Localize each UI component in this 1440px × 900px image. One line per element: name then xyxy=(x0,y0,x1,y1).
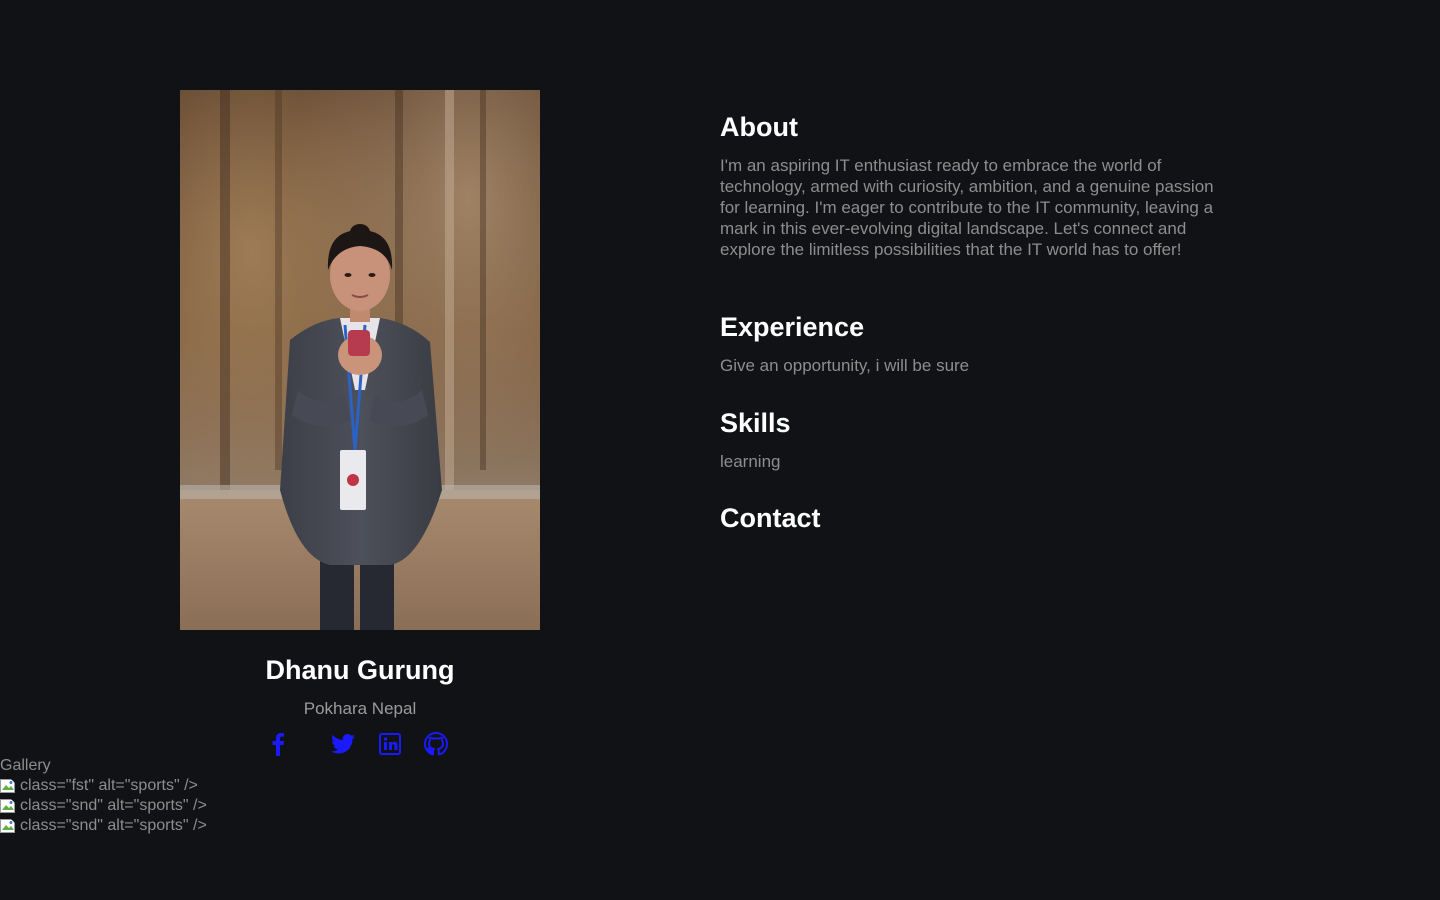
broken-image-icon xyxy=(0,778,16,794)
profile-photo xyxy=(180,90,540,630)
broken-image-icon xyxy=(0,818,16,834)
contact-heading: Contact xyxy=(720,503,821,533)
github-icon[interactable] xyxy=(423,731,449,757)
skills-heading: Skills xyxy=(720,408,791,438)
twitter-icon[interactable] xyxy=(330,731,356,757)
broken-image-icon xyxy=(0,798,16,814)
profile-location: Pokhara Nepal xyxy=(303,699,417,718)
gallery-item: class="snd" alt="sports" /> xyxy=(0,816,207,836)
facebook-icon[interactable] xyxy=(265,731,291,757)
gallery-item: class="snd" alt="sports" /> xyxy=(0,796,207,816)
experience-text: Give an opportunity, i will be sure xyxy=(720,356,970,375)
gallery: Gallery class="fst" alt="sports" /> clas… xyxy=(0,756,207,836)
gallery-item: class="fst" alt="sports" /> xyxy=(0,776,207,796)
profile-name: Dhanu Gurung xyxy=(265,655,455,685)
experience-heading: Experience xyxy=(720,312,865,342)
gallery-label: Gallery xyxy=(0,757,51,774)
gallery-item-text: class="snd" alt="sports" /> xyxy=(20,797,207,814)
about-text: I'm an aspiring IT enthusiast ready to e… xyxy=(720,156,1214,259)
linkedin-icon[interactable] xyxy=(377,731,403,757)
about-heading: About xyxy=(720,112,798,142)
portfolio-page: Dhanu Gurung Pokhara Nepal About I'm an … xyxy=(0,0,1440,900)
skills-text: learning xyxy=(720,452,781,471)
gallery-item-text: class="snd" alt="sports" /> xyxy=(20,817,207,834)
gallery-item-text: class="fst" alt="sports" /> xyxy=(20,777,198,794)
